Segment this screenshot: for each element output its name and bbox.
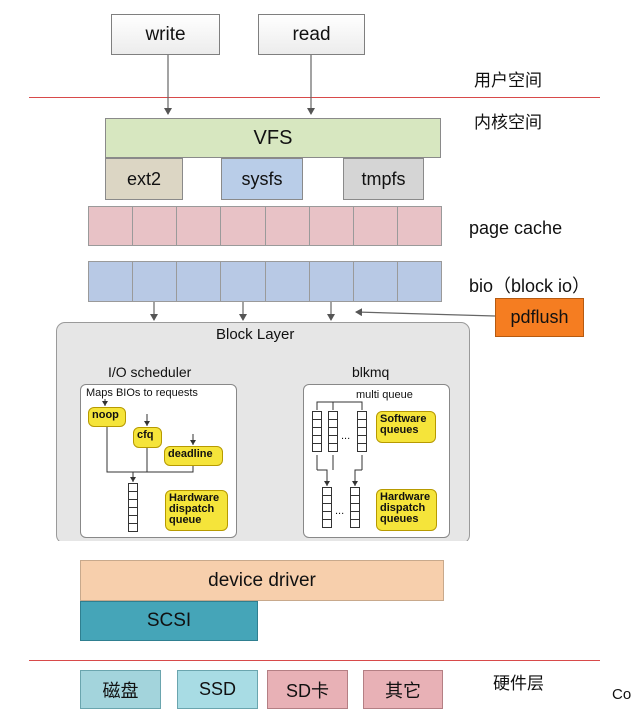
connector-lines xyxy=(102,55,496,486)
pdflush-arrow xyxy=(355,308,496,317)
